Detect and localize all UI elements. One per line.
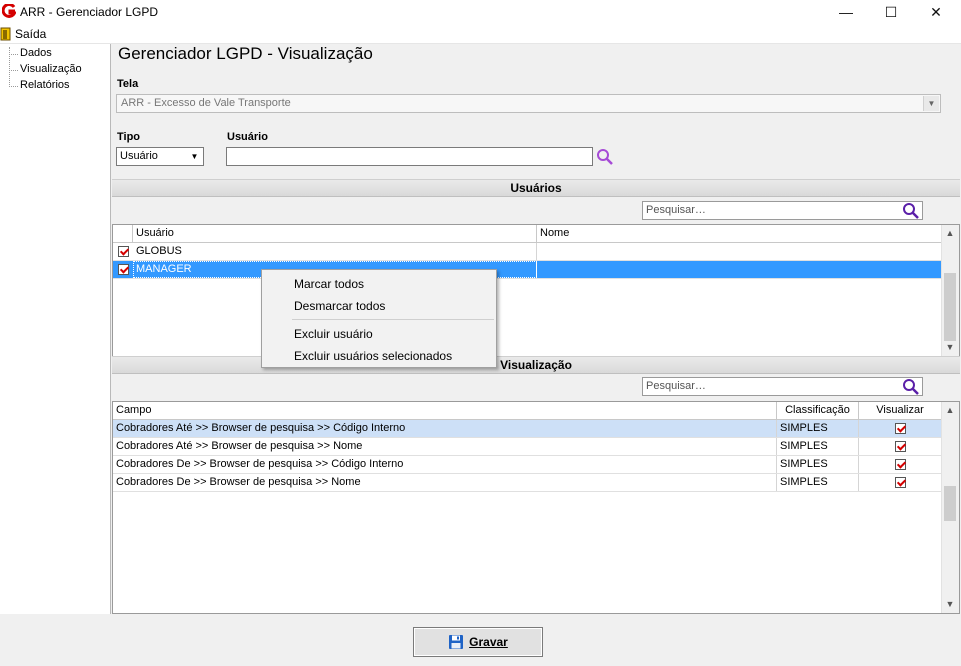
menu-item-marcar-todos[interactable]: Marcar todos (294, 277, 364, 291)
visualizar-checkbox[interactable] (895, 441, 906, 452)
table-row[interactable]: Cobradores Até >> Browser de pesquisa >>… (113, 438, 942, 456)
floppy-disk-icon (449, 635, 464, 649)
maximize-icon: ☐ (884, 3, 898, 20)
visualizar-cell (859, 456, 942, 473)
save-button-label: Gravar (469, 635, 508, 649)
tree-connector (9, 86, 18, 87)
campo-cell: Cobradores Até >> Browser de pesquisa >>… (113, 438, 777, 455)
visualizar-checkbox[interactable] (895, 459, 906, 470)
table-row[interactable]: GLOBUS (113, 243, 942, 261)
tela-label: Tela (117, 78, 139, 90)
menu-bar: Saída (0, 24, 961, 44)
close-icon: ✕ (930, 3, 942, 20)
visualizacao-search-input[interactable]: Pesquisar… (642, 377, 923, 396)
save-button[interactable]: Gravar (413, 627, 543, 657)
visualizacao-grid-header: Campo Classificação Visualizar (113, 402, 942, 420)
scroll-up-icon[interactable]: ▲ (942, 402, 958, 418)
usuarios-section-header: Usuários (112, 179, 960, 197)
menu-saida-label: Saída (15, 27, 47, 41)
nav-tree: Dados Visualização Relatórios (0, 44, 111, 614)
scroll-down-icon[interactable]: ▼ (942, 339, 958, 355)
nav-item-visualizacao[interactable]: Visualização (20, 63, 82, 75)
classificacao-cell: SIMPLES (777, 438, 859, 455)
visualizar-cell (859, 438, 942, 455)
menu-item-excluir-selecionados[interactable]: Excluir usuários selecionados (294, 349, 452, 363)
usuarios-grid[interactable]: Usuário Nome GLOBUS MANAGER ▲ ▼ (112, 224, 960, 357)
nome-cell (537, 243, 942, 260)
menu-separator (292, 319, 494, 320)
usuario-cell: GLOBUS (133, 243, 537, 260)
close-button[interactable]: ✕ (913, 0, 959, 24)
tree-connector (9, 54, 18, 55)
table-row-selected[interactable]: Cobradores Até >> Browser de pesquisa >>… (113, 420, 942, 438)
maximize-button[interactable]: ☐ (868, 0, 914, 24)
column-header-usuario[interactable]: Usuário (133, 225, 537, 242)
minimize-button[interactable]: — (823, 0, 869, 24)
search-icon[interactable] (596, 148, 614, 166)
usuarios-search-input[interactable]: Pesquisar… (642, 201, 923, 220)
campo-cell: Cobradores De >> Browser de pesquisa >> … (113, 456, 777, 473)
usuario-input[interactable] (226, 147, 593, 166)
usuarios-grid-header: Usuário Nome (113, 225, 942, 243)
check-column-header (113, 225, 133, 242)
page-title: Gerenciador LGPD - Visualização (118, 44, 373, 63)
visualizar-cell (859, 420, 942, 437)
tipo-select[interactable]: Usuário ▼ (116, 147, 204, 166)
visualizacao-section-header: Visualização (112, 356, 960, 374)
scroll-thumb[interactable] (944, 486, 956, 521)
campo-cell: Cobradores De >> Browser de pesquisa >> … (113, 474, 777, 491)
row-checkbox[interactable] (118, 264, 129, 275)
visualizacao-grid[interactable]: Campo Classificação Visualizar Cobradore… (112, 401, 960, 614)
tela-select[interactable]: ARR - Excesso de Vale Transporte ▼ (116, 94, 941, 113)
nav-item-dados[interactable]: Dados (20, 47, 52, 59)
table-row[interactable]: Cobradores De >> Browser de pesquisa >> … (113, 456, 942, 474)
tela-select-value: ARR - Excesso de Vale Transporte (121, 97, 291, 109)
context-menu: Marcar todos Desmarcar todos Excluir usu… (261, 269, 497, 368)
usuarios-search-placeholder: Pesquisar… (646, 204, 706, 216)
tipo-label: Tipo (117, 131, 141, 143)
table-row-selected[interactable]: MANAGER (113, 261, 942, 279)
nome-cell (537, 261, 942, 278)
title-bar[interactable]: ARR - Gerenciador LGPD — ☐ ✕ (0, 0, 961, 24)
classificacao-cell: SIMPLES (777, 456, 859, 473)
search-icon[interactable] (902, 378, 920, 396)
visualizacao-scrollbar[interactable]: ▲ ▼ (941, 402, 959, 613)
tree-connector (9, 70, 18, 71)
chevron-down-icon[interactable]: ▼ (187, 149, 202, 164)
exit-door-icon (0, 27, 11, 41)
scroll-thumb[interactable] (944, 273, 956, 341)
search-icon[interactable] (902, 202, 920, 220)
table-row[interactable]: Cobradores De >> Browser de pesquisa >> … (113, 474, 942, 492)
window-title: ARR - Gerenciador LGPD (20, 5, 159, 19)
scroll-down-icon[interactable]: ▼ (942, 596, 958, 612)
visualizar-checkbox[interactable] (895, 423, 906, 434)
visualizar-checkbox[interactable] (895, 477, 906, 488)
tree-connector (9, 47, 10, 85)
usuarios-scrollbar[interactable]: ▲ ▼ (941, 225, 959, 356)
menu-item-desmarcar-todos[interactable]: Desmarcar todos (294, 299, 385, 313)
visualizacao-search-placeholder: Pesquisar… (646, 380, 706, 392)
column-header-nome[interactable]: Nome (537, 225, 942, 242)
minimize-icon: — (839, 4, 853, 20)
column-header-visualizar[interactable]: Visualizar (859, 402, 942, 419)
menu-item-excluir-usuario[interactable]: Excluir usuário (294, 327, 373, 341)
tipo-select-value: Usuário (120, 150, 158, 162)
column-header-campo[interactable]: Campo (113, 402, 777, 419)
chevron-down-icon[interactable]: ▼ (923, 96, 939, 111)
menu-saida[interactable]: Saída (0, 26, 52, 42)
row-checkbox[interactable] (118, 246, 129, 257)
app-logo-icon (2, 4, 16, 18)
column-header-classificacao[interactable]: Classificação (777, 402, 859, 419)
nav-item-relatorios[interactable]: Relatórios (20, 79, 70, 91)
scroll-up-icon[interactable]: ▲ (942, 225, 958, 241)
usuario-label: Usuário (227, 131, 268, 143)
classificacao-cell: SIMPLES (777, 420, 859, 437)
campo-cell: Cobradores Até >> Browser de pesquisa >>… (113, 420, 777, 437)
classificacao-cell: SIMPLES (777, 474, 859, 491)
visualizar-cell (859, 474, 942, 491)
